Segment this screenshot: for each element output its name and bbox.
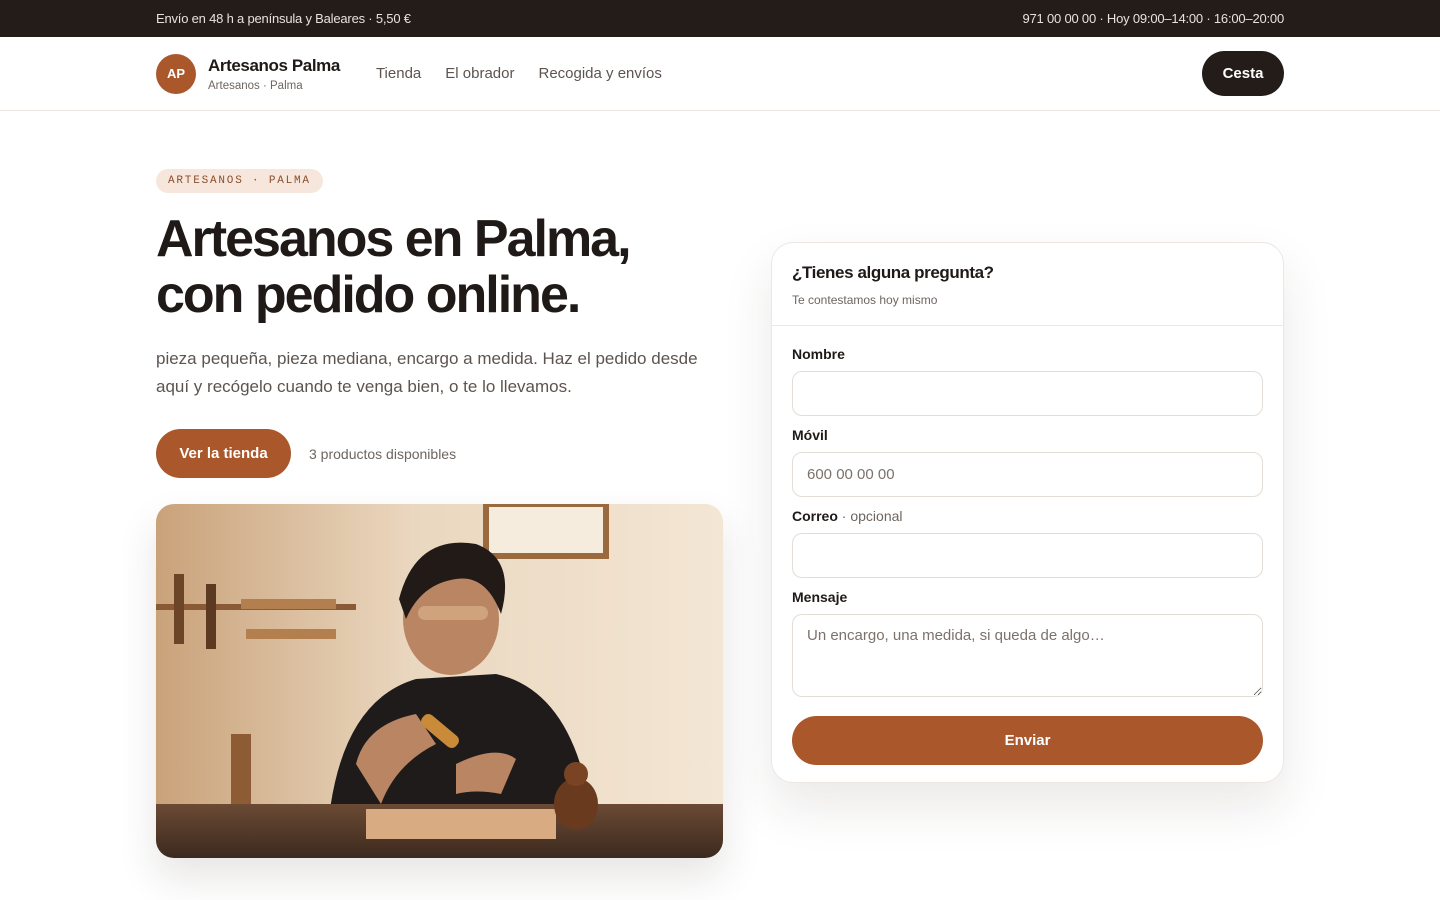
contact-hours-info: 971 00 00 00 · Hoy 09:00–14:00 · 16:00–2… xyxy=(1022,11,1284,26)
top-announcement-bar: Envío en 48 h a península y Baleares · 5… xyxy=(0,0,1440,37)
brand[interactable]: AP Artesanos Palma Artesanos · Palma xyxy=(156,53,340,94)
hero-artisan-photo xyxy=(156,504,723,858)
form-title: ¿Tienes alguna pregunta? xyxy=(792,263,994,282)
email-label-text: Correo xyxy=(792,508,838,524)
email-label: Correo · opcional xyxy=(792,508,1263,524)
nav-item-obrador[interactable]: El obrador xyxy=(445,65,514,82)
logo-badge: AP xyxy=(156,53,196,94)
brand-name: Artesanos Palma xyxy=(208,55,340,75)
email-group: Correo · opcional xyxy=(792,508,1263,578)
view-shop-button[interactable]: Ver la tienda xyxy=(156,429,291,478)
hero-section: ARTESANOS · PALMA Artesanos en Palma, co… xyxy=(156,169,723,478)
form-header: ¿Tienes alguna pregunta? Te contestamos … xyxy=(772,243,1283,326)
site-header: AP Artesanos Palma Artesanos · Palma Tie… xyxy=(0,37,1440,111)
nav-item-tienda[interactable]: Tienda xyxy=(376,65,421,82)
submit-button[interactable]: Enviar xyxy=(792,716,1263,765)
brand-subtitle: Artesanos · Palma xyxy=(208,79,303,92)
shipping-info: Envío en 48 h a península y Baleares · 5… xyxy=(156,11,411,26)
name-input[interactable] xyxy=(792,371,1263,416)
main-nav: Tienda El obrador Recogida y envíos xyxy=(376,65,662,82)
message-textarea[interactable] xyxy=(792,614,1263,697)
headline-line-2: con pedido online. xyxy=(156,266,581,324)
phone-label: Móvil xyxy=(792,427,828,443)
phone-input[interactable] xyxy=(792,452,1263,497)
category-pill: ARTESANOS · PALMA xyxy=(156,169,323,193)
name-label: Nombre xyxy=(792,346,845,362)
hero-headline: Artesanos en Palma, con pedido online. xyxy=(156,211,723,323)
message-label: Mensaje xyxy=(792,589,848,605)
message-group: Mensaje xyxy=(792,589,1263,702)
hero-lead-text: pieza pequeña, pieza mediana, encargo a … xyxy=(156,349,698,396)
phone-group: Móvil xyxy=(792,427,1263,497)
products-available-text: 3 productos disponibles xyxy=(309,445,457,462)
nav-item-recogida-envios[interactable]: Recogida y envíos xyxy=(538,65,661,82)
contact-form-card: ¿Tienes alguna pregunta? Te contestamos … xyxy=(771,242,1284,783)
cta-row: Ver la tienda 3 productos disponibles xyxy=(156,429,723,478)
cart-button[interactable]: Cesta xyxy=(1202,51,1284,96)
brand-text: Artesanos Palma Artesanos · Palma xyxy=(208,56,340,92)
form-subtitle: Te contestamos hoy mismo xyxy=(792,293,938,307)
form-body: Nombre Móvil Correo · opcional Mensaje E… xyxy=(772,326,1283,765)
email-optional-note: · opcional xyxy=(837,508,903,524)
email-input[interactable] xyxy=(792,533,1263,578)
headline-line-1: Artesanos en Palma, xyxy=(156,210,632,268)
name-group: Nombre xyxy=(792,346,1263,416)
